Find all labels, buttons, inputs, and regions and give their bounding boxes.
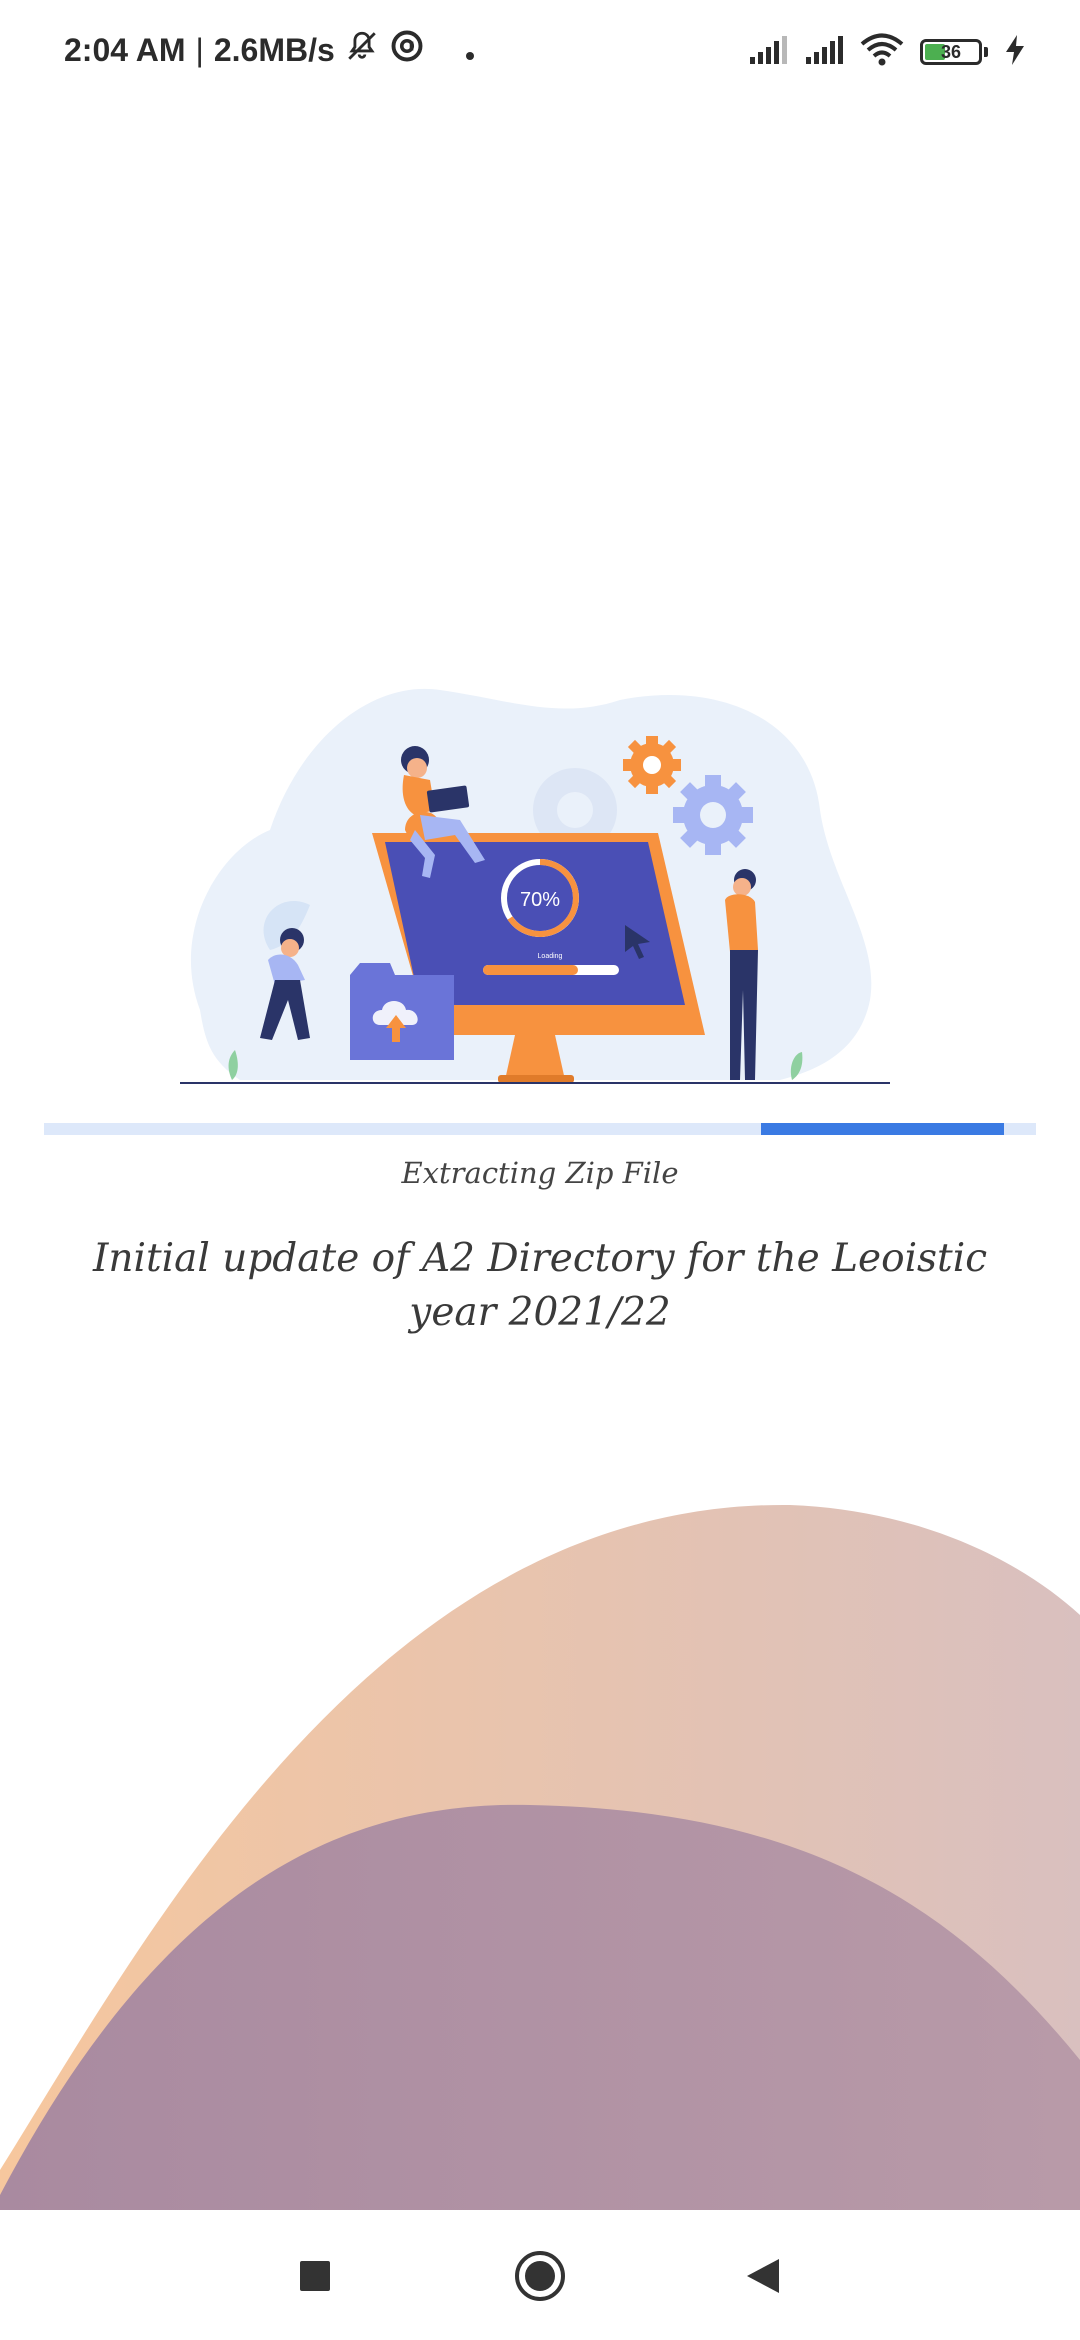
at-circle-icon — [389, 28, 425, 72]
home-icon[interactable] — [514, 2250, 566, 2302]
battery-level: 36 — [940, 41, 962, 62]
update-title: Initial update of A2 Directory for the L… — [92, 1236, 988, 1335]
status-right: 36 — [748, 28, 1026, 76]
progress-bar-fill — [761, 1123, 1005, 1135]
progress-bar — [44, 1123, 1036, 1135]
illustration-progress-label: 70% — [520, 889, 560, 911]
clock: 2:04 AM — [64, 31, 186, 68]
navigation-bar — [0, 2210, 1080, 2340]
dot-icon — [465, 32, 475, 69]
wifi-icon — [860, 33, 904, 71]
battery-tip — [984, 47, 988, 57]
charging-bolt-icon — [1004, 34, 1026, 70]
bell-off-icon — [345, 29, 379, 71]
status-bar: 2:04 AM | 2.6MB/s 36 — [0, 0, 1080, 100]
loading-illustration: 70% Loading — [180, 680, 900, 1100]
extract-status-text: Extracting Zip File — [401, 1156, 679, 1190]
signal-icon — [748, 35, 788, 69]
signal-icon — [804, 35, 844, 69]
back-icon[interactable] — [737, 2250, 789, 2302]
decorative-waves — [0, 1504, 1080, 2210]
recent-apps-icon[interactable] — [289, 2250, 341, 2302]
status-separator: | — [195, 31, 204, 68]
battery-icon: 36 — [920, 39, 988, 65]
network-speed: 2.6MB/s — [213, 31, 335, 68]
illustration-loading-label: Loading — [538, 953, 563, 960]
status-left: 2:04 AM | 2.6MB/s — [64, 26, 475, 74]
battery: 36 — [920, 39, 982, 65]
